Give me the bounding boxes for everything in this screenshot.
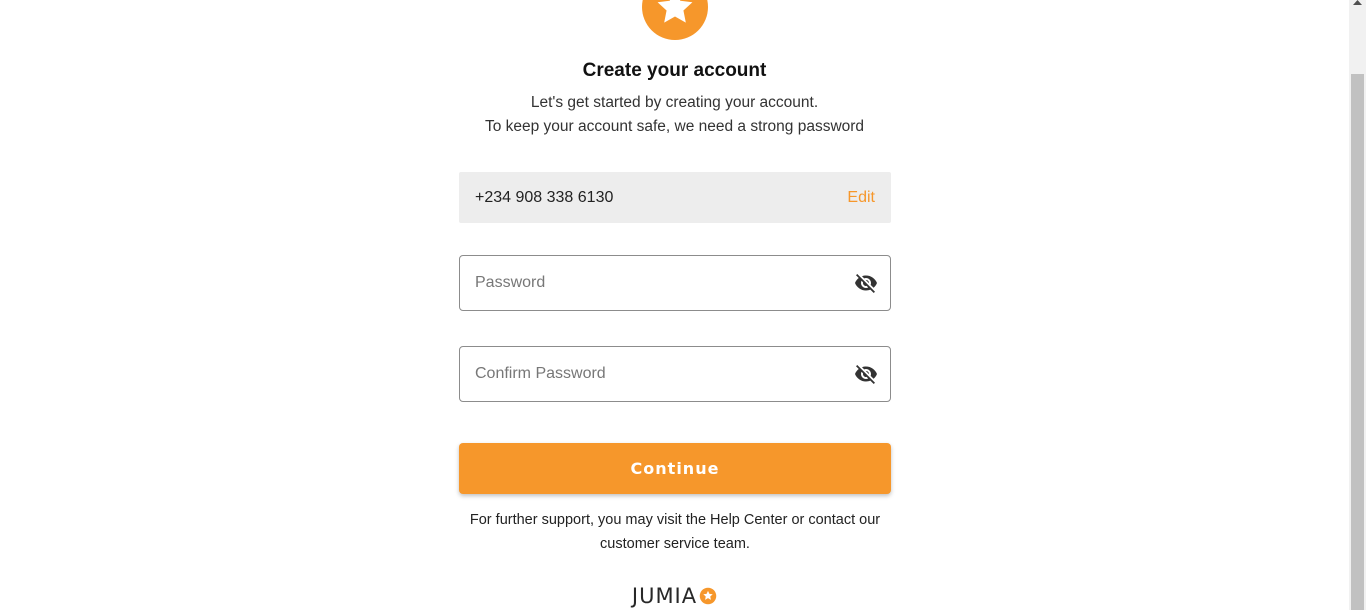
phone-number-display: +234 908 338 6130 Edit bbox=[459, 172, 891, 223]
subtitle-line-1: Let's get started by creating your accou… bbox=[530, 94, 819, 111]
password-input[interactable] bbox=[460, 256, 853, 310]
subtitle-line-2: To keep your account safe, we need a str… bbox=[484, 118, 865, 135]
vertical-scrollbar[interactable] bbox=[1349, 0, 1366, 610]
create-account-page: Create your account Let's get started by… bbox=[0, 0, 1349, 610]
password-field bbox=[459, 255, 891, 311]
support-text: For further support, you may visit the H… bbox=[469, 512, 881, 552]
page-title: Create your account bbox=[582, 60, 767, 81]
eye-off-icon bbox=[855, 274, 877, 293]
scrollbar-thumb[interactable] bbox=[1351, 74, 1364, 610]
toggle-password-visibility-button[interactable] bbox=[853, 270, 879, 296]
star-icon bbox=[657, 0, 693, 23]
toggle-confirm-password-visibility-button[interactable] bbox=[853, 361, 879, 387]
confirm-password-field bbox=[459, 346, 891, 402]
star-icon bbox=[699, 587, 717, 605]
continue-button[interactable]: Continue bbox=[459, 443, 891, 494]
phone-number-value: +234 908 338 6130 bbox=[475, 188, 614, 206]
edit-phone-link[interactable]: Edit bbox=[847, 189, 875, 207]
eye-off-icon bbox=[855, 365, 877, 384]
brand-wordmark: JUMIA bbox=[631, 584, 698, 608]
confirm-password-input[interactable] bbox=[460, 347, 853, 401]
jumia-star-logo bbox=[642, 0, 708, 40]
scroll-up-arrow[interactable] bbox=[1349, 0, 1366, 14]
jumia-footer-logo: JUMIA bbox=[0, 584, 1349, 608]
caret-up-icon bbox=[1353, 0, 1362, 5]
